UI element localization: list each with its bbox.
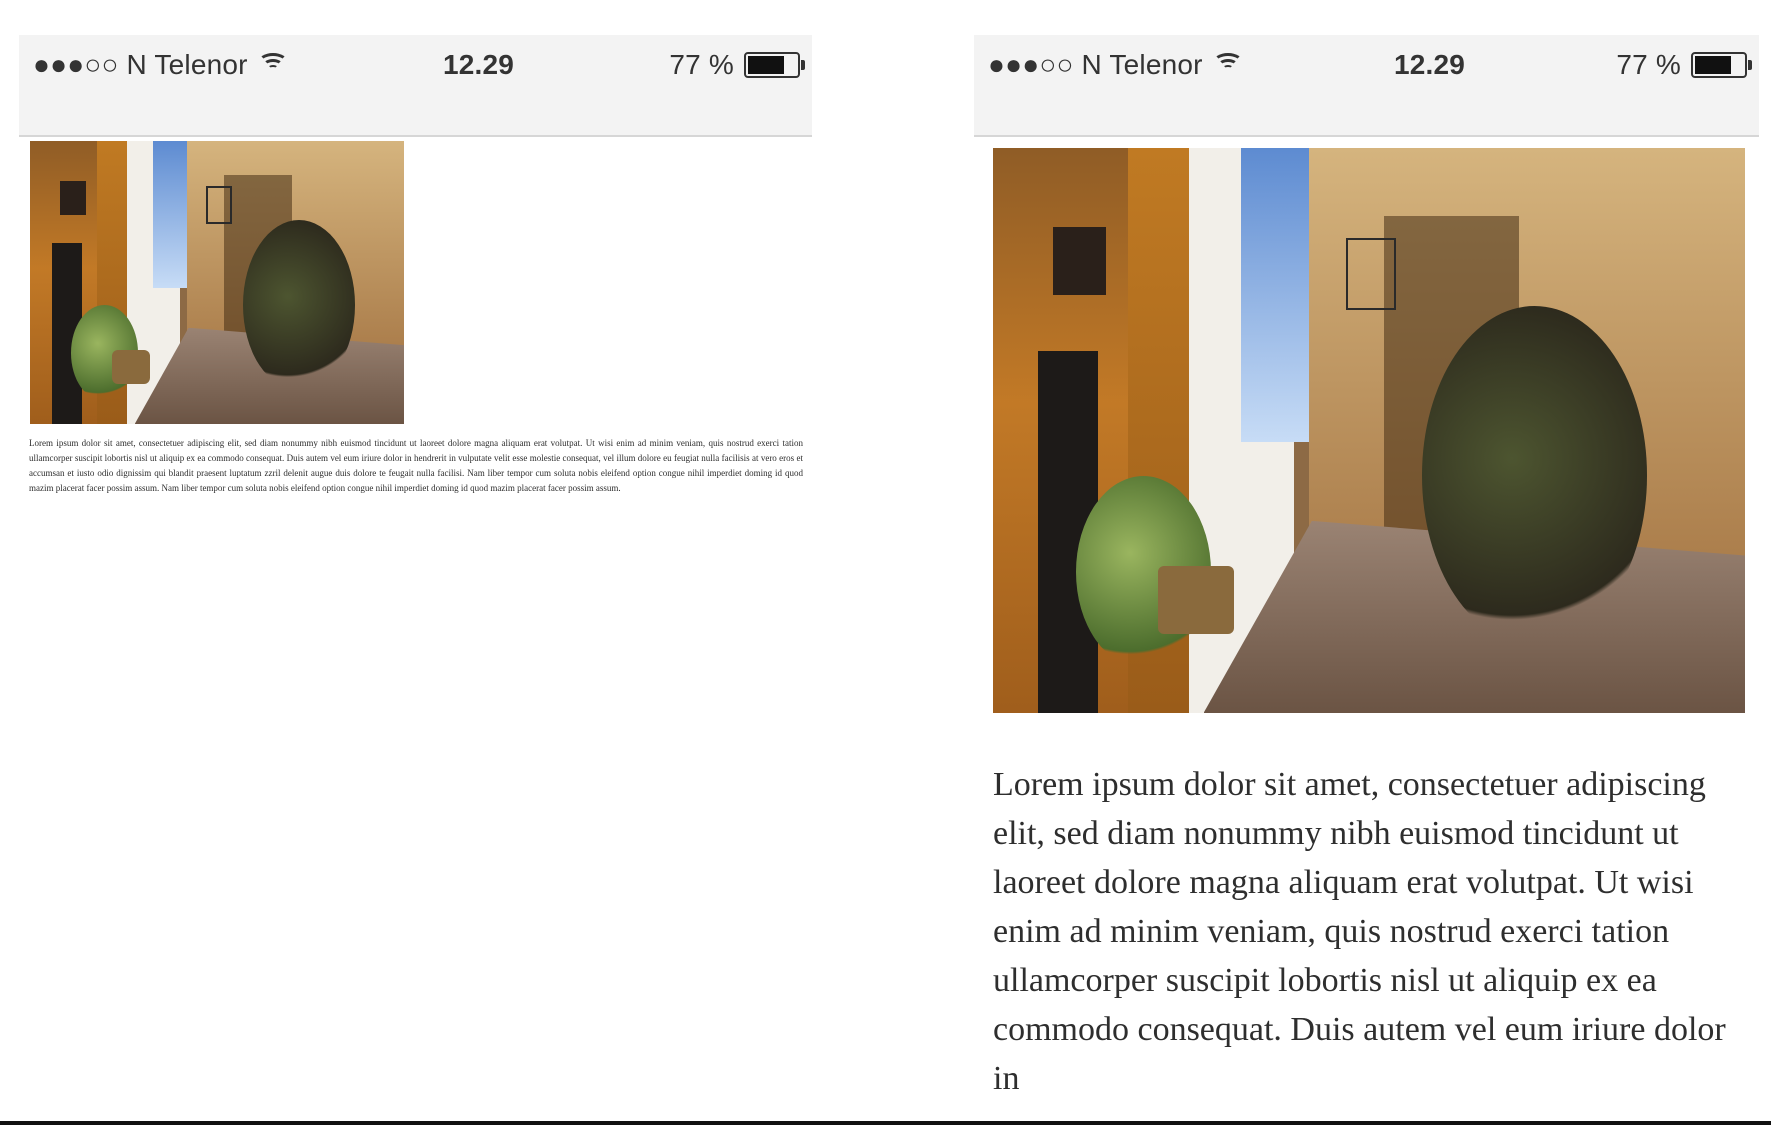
street-image (30, 141, 404, 424)
battery-percentage: 77 % (1616, 49, 1681, 80)
plant-right (1421, 306, 1648, 646)
time-label: 12.29 (1393, 49, 1466, 80)
right-phone-screen: ●●●○○ N Telenor 12.29 77 % Lorem ipsum d… (974, 35, 1759, 1119)
window (59, 180, 87, 215)
plant-right (243, 220, 356, 391)
battery-fill-icon (748, 56, 785, 74)
body-text: Lorem ipsum dolor sit amet, consectetuer… (29, 438, 803, 493)
street-image (993, 148, 1745, 713)
battery-icon (744, 52, 805, 78)
status-right-group: 77 % (669, 49, 805, 81)
status-left-group: ●●●○○ N Telenor (988, 49, 1243, 81)
bottom-border (0, 1121, 1771, 1125)
time-label: 12.29 (442, 49, 515, 80)
left-phone-screen: ●●●○○ N Telenor 12.29 77 % Lorem ipsum d… (19, 35, 812, 1119)
status-row: ●●●○○ N Telenor 12.29 77 % (988, 45, 1752, 85)
comparison-canvas: ●●●○○ N Telenor 12.29 77 % Lorem ipsum d… (0, 0, 1771, 1125)
battery-icon (1691, 52, 1752, 78)
status-bar: ●●●○○ N Telenor 12.29 77 % (974, 35, 1759, 137)
wifi-icon (257, 53, 288, 77)
battery-percentage: 77 % (669, 49, 734, 80)
status-right-group: 77 % (1616, 49, 1752, 81)
status-bar: ●●●○○ N Telenor 12.29 77 % (19, 35, 812, 137)
balcony (1346, 238, 1396, 311)
carrier-label: ●●●○○ N Telenor (33, 49, 248, 80)
status-row: ●●●○○ N Telenor 12.29 77 % (33, 45, 805, 85)
body-text: Lorem ipsum dolor sit amet, consectetuer… (993, 766, 1726, 1097)
window (1053, 227, 1106, 295)
basket (1158, 566, 1234, 634)
status-left-group: ●●●○○ N Telenor (33, 49, 288, 81)
basket (112, 350, 150, 385)
wifi-icon (1212, 53, 1243, 77)
balcony (205, 186, 233, 225)
carrier-label: ●●●○○ N Telenor (988, 49, 1203, 80)
battery-fill-icon (1695, 56, 1732, 74)
